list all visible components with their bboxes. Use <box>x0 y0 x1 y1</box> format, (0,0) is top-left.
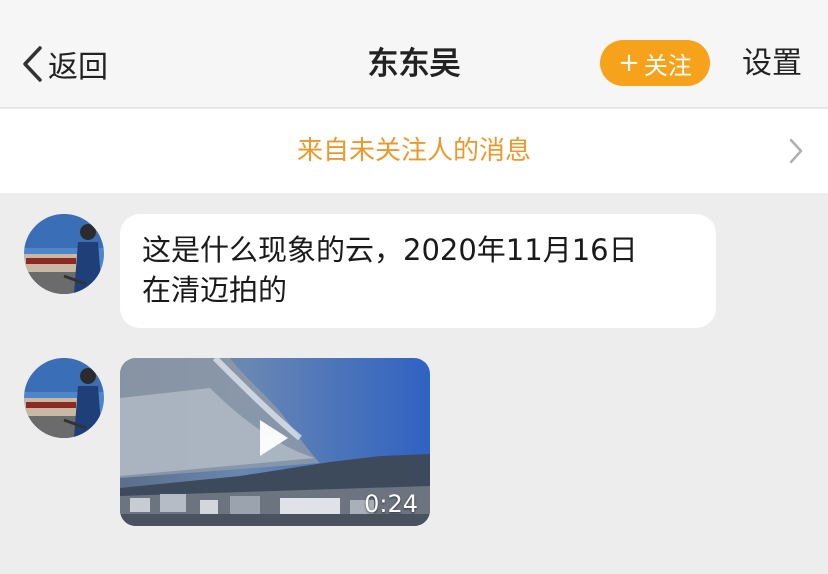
message-text-line: 这是什么现象的云，2020年11月16日 <box>142 233 638 267</box>
avatar[interactable] <box>24 214 104 294</box>
video-message[interactable]: 0:24 <box>120 358 430 526</box>
notice-text: 来自未关注人的消息 <box>296 136 531 166</box>
follow-button[interactable]: + 关注 <box>600 40 710 86</box>
chevron-right-icon <box>788 137 804 169</box>
message-text-line: 在清迈拍的 <box>142 273 288 307</box>
stranger-message-notice[interactable]: 来自未关注人的消息 <box>0 109 828 193</box>
play-icon <box>256 418 290 458</box>
video-duration: 0:24 <box>364 490 418 518</box>
back-label: 返回 <box>48 50 108 85</box>
plus-icon: + <box>618 48 640 78</box>
message-bubble[interactable]: 这是什么现象的云，2020年11月16日 在清迈拍的 <box>120 214 716 328</box>
navigation-bar: 返回 东东吴 + 关注 设置 <box>0 0 828 108</box>
back-button[interactable]: 返回 <box>20 40 108 88</box>
follow-label: 关注 <box>643 51 692 80</box>
chevron-left-icon <box>20 44 44 84</box>
settings-button[interactable]: 设置 <box>742 40 802 88</box>
avatar[interactable] <box>24 358 104 438</box>
